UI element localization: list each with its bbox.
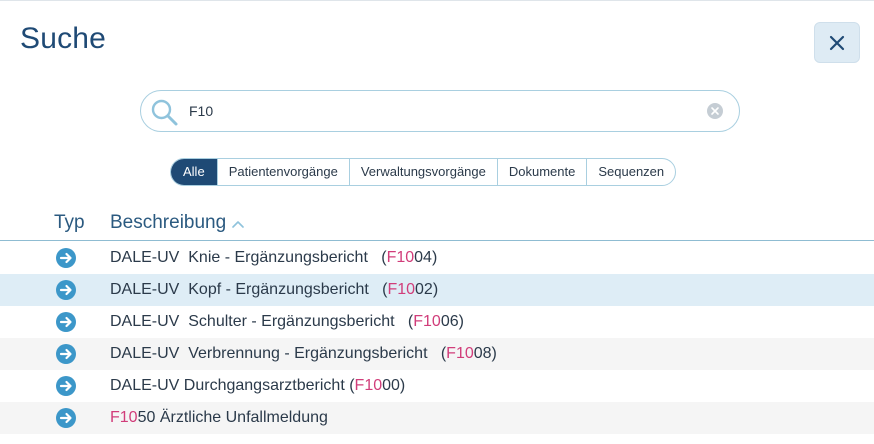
table-row[interactable]: DALE-UV Schulter - Ergänzungsbericht (F1…	[0, 306, 874, 338]
search-icon	[151, 99, 178, 126]
column-header-description[interactable]: Beschreibung	[110, 212, 245, 234]
tab-dokumente[interactable]: Dokumente	[496, 159, 586, 185]
match-highlight: F10	[387, 281, 416, 298]
sort-ascending-icon	[232, 221, 245, 228]
match-highlight: F10	[386, 249, 415, 266]
row-description: DALE-UV Knie - Ergänzungsbericht (F1004)	[110, 249, 438, 266]
page-title: Suche	[20, 22, 107, 55]
results-list: DALE-UV Knie - Ergänzungsbericht (F1004)…	[0, 242, 874, 434]
arrow-right-circle-icon	[56, 280, 76, 300]
filter-tabs: Alle Patientenvorgänge Verwaltungsvorgän…	[170, 158, 677, 186]
tab-patientenvorgaenge[interactable]: Patientenvorgänge	[216, 159, 349, 185]
table-row[interactable]: DALE-UV Durchgangsarztbericht (F1000)	[0, 370, 874, 402]
tab-sequenzen[interactable]: Sequenzen	[586, 159, 675, 185]
column-header-description-label: Beschreibung	[110, 212, 227, 233]
close-icon	[829, 35, 845, 50]
arrow-right-circle-icon	[56, 408, 76, 428]
row-description: DALE-UV Durchgangsarztbericht (F1000)	[110, 377, 406, 394]
column-header-type: Typ	[54, 212, 85, 233]
tab-verwaltungsvorgaenge[interactable]: Verwaltungsvorgänge	[348, 159, 497, 185]
clear-icon[interactable]	[706, 102, 724, 120]
table-row[interactable]: F1050 Ärztliche Unfallmeldung	[0, 402, 874, 434]
tab-alle[interactable]: Alle	[171, 159, 217, 185]
match-highlight: F10	[413, 313, 441, 330]
row-description: DALE-UV Schulter - Ergänzungsbericht (F1…	[110, 313, 464, 330]
table-row[interactable]: DALE-UV Verbrennung - Ergänzungsbericht …	[0, 338, 874, 370]
arrow-right-circle-icon	[56, 312, 76, 332]
table-row[interactable]: DALE-UV Knie - Ergänzungsbericht (F1004)	[0, 242, 874, 274]
arrow-right-circle-icon	[56, 344, 76, 364]
arrow-right-circle-icon	[56, 248, 76, 268]
arrow-right-circle-icon	[56, 376, 76, 396]
match-highlight: F10	[446, 345, 474, 362]
top-divider	[0, 0, 874, 1]
row-description: DALE-UV Kopf - Ergänzungsbericht (F1002)	[110, 281, 439, 298]
match-highlight: F10	[354, 377, 383, 394]
search-box	[140, 90, 740, 132]
row-description: F1050 Ärztliche Unfallmeldung	[110, 409, 328, 426]
match-highlight: F10	[110, 409, 138, 426]
header-divider	[0, 240, 874, 241]
search-input[interactable]	[189, 100, 689, 122]
table-row[interactable]: DALE-UV Kopf - Ergänzungsbericht (F1002)	[0, 274, 874, 306]
row-description: DALE-UV Verbrennung - Ergänzungsbericht …	[110, 345, 497, 362]
close-button[interactable]	[814, 22, 860, 63]
